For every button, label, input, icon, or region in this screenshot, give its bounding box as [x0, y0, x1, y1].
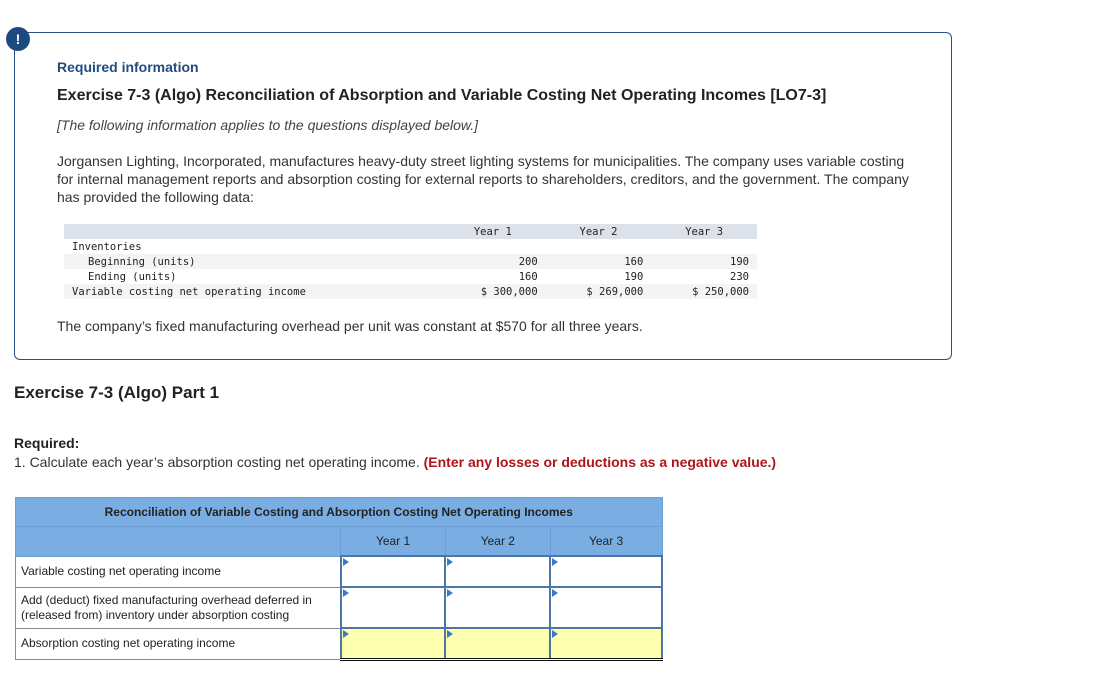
- cell-year3: 230: [730, 270, 749, 283]
- row-label: Beginning (units): [64, 254, 440, 269]
- required-instruction-text: 1. Calculate each year’s absorption cost…: [14, 454, 420, 470]
- row-label: Add (deduct) fixed manufacturing overhea…: [14, 586, 342, 629]
- cell-year2: $ 269,000: [545, 284, 652, 299]
- exercise-note: [The following information applies to th…: [57, 117, 479, 133]
- input-cell-year2[interactable]: [444, 586, 552, 629]
- variable-noi-year3-input[interactable]: [552, 558, 660, 585]
- absorption-noi-year1-input[interactable]: [342, 630, 444, 657]
- cell-year2: [546, 239, 652, 254]
- recon-header-year2: Year 2: [444, 526, 551, 557]
- variable-noi-year1-input[interactable]: [342, 558, 444, 585]
- input-flag-icon: [342, 630, 349, 638]
- overhead-adjustment-year3-input[interactable]: [552, 589, 660, 626]
- recon-header-blank: [14, 526, 342, 557]
- data-table-row: Beginning (units) 200 160 190: [64, 254, 757, 269]
- input-flag-icon: [552, 558, 559, 566]
- data-table-header-year3: Year 3: [651, 224, 757, 239]
- required-label: Required:: [14, 435, 80, 451]
- input-cell-year3[interactable]: [549, 586, 663, 629]
- overhead-adjustment-year2-input[interactable]: [447, 589, 549, 626]
- recon-header-year1: Year 1: [340, 526, 446, 557]
- row-label: Variable costing net operating income: [64, 284, 440, 299]
- overhead-adjustment-year1-input[interactable]: [342, 589, 444, 626]
- input-cell-year1[interactable]: [339, 555, 447, 588]
- exercise-title: Exercise 7-3 (Algo) Reconciliation of Ab…: [57, 87, 827, 104]
- cell-year1: 160: [518, 270, 538, 283]
- recon-row-absorption-noi: Absorption costing net operating income: [14, 627, 663, 661]
- input-flag-icon: [342, 558, 349, 566]
- cell-year2: 190: [624, 270, 644, 283]
- absorption-noi-year2-input[interactable]: [447, 630, 549, 657]
- data-table-row: Variable costing net operating income $ …: [64, 284, 757, 299]
- given-data-table: Year 1 Year 2 Year 3 Inventories Beginni…: [64, 224, 757, 299]
- data-table-row: Ending (units) 160 190 230: [64, 269, 757, 284]
- row-label: Absorption costing net operating income: [14, 627, 342, 660]
- input-cell-year2[interactable]: [444, 627, 552, 661]
- cell-year3: $ 250,000: [651, 284, 757, 299]
- data-table-header-year2: Year 2: [545, 224, 652, 239]
- input-cell-year3[interactable]: [549, 555, 663, 588]
- problem-description: Jorgansen Lighting, Incorporated, manufa…: [57, 153, 909, 205]
- required-instruction: 1. Calculate each year’s absorption cost…: [14, 454, 776, 470]
- cell-year3: [651, 239, 757, 254]
- input-flag-icon: [342, 589, 349, 597]
- cell-year1: $ 300,000: [440, 284, 546, 299]
- recon-table-title: Reconciliation of Variable Costing and A…: [15, 497, 663, 527]
- recon-row-variable-noi: Variable costing net operating income: [14, 555, 663, 588]
- cell-year1: 200: [440, 254, 546, 269]
- input-flag-icon: [447, 630, 454, 638]
- required-information-heading: Required information: [57, 59, 199, 75]
- cell-year3: 190: [651, 254, 757, 269]
- input-cell-year1[interactable]: [339, 627, 447, 661]
- row-label: Inventories: [72, 240, 142, 253]
- input-flag-icon: [447, 558, 454, 566]
- input-cell-year1[interactable]: [339, 586, 447, 629]
- input-cell-year2[interactable]: [444, 555, 552, 588]
- input-flag-icon: [447, 589, 454, 597]
- recon-header-year3: Year 3: [549, 526, 663, 557]
- data-table-header-row: Year 1 Year 2 Year 3: [64, 224, 757, 239]
- data-table-header-blank: [64, 224, 440, 239]
- negative-value-warning: (Enter any losses or deductions as a neg…: [423, 454, 777, 470]
- recon-header-row: Year 1 Year 2 Year 3: [14, 526, 663, 557]
- input-flag-icon: [552, 589, 559, 597]
- cell-year1: [440, 239, 546, 254]
- data-table-row: Inventories: [64, 239, 757, 254]
- input-cell-year3[interactable]: [549, 627, 663, 661]
- absorption-noi-year3-input[interactable]: [552, 630, 660, 657]
- row-label: Ending (units): [88, 270, 177, 283]
- variable-noi-year2-input[interactable]: [447, 558, 549, 585]
- exclamation-icon: !: [6, 27, 30, 51]
- fixed-overhead-note: The company’s fixed manufacturing overhe…: [57, 318, 643, 334]
- recon-title-row: Reconciliation of Variable Costing and A…: [15, 497, 663, 527]
- cell-year2: 160: [545, 254, 652, 269]
- reconciliation-table: Reconciliation of Variable Costing and A…: [14, 497, 663, 661]
- part-title: Exercise 7-3 (Algo) Part 1: [14, 383, 220, 402]
- data-table-header-year1: Year 1: [440, 224, 546, 239]
- input-flag-icon: [552, 630, 559, 638]
- row-label: Variable costing net operating income: [14, 555, 342, 588]
- recon-row-fixed-overhead-adjustment: Add (deduct) fixed manufacturing overhea…: [14, 586, 663, 629]
